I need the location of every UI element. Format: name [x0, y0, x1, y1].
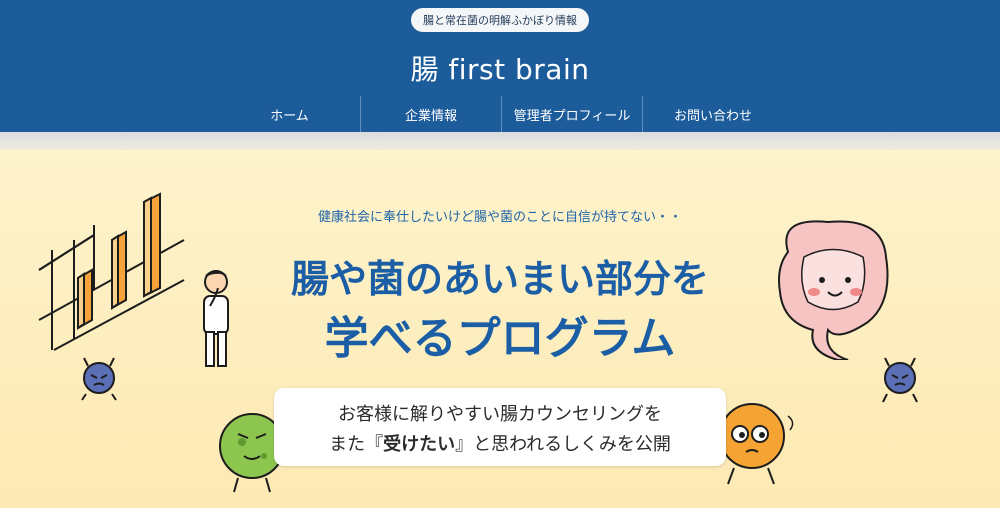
nav-item-company[interactable]: 企業情報	[360, 96, 501, 132]
hero-subtext-line2-post: 』と思われるしくみを公開	[455, 434, 671, 455]
site-header: 腸と常在菌の明解ふかぼり情報 腸 first brain ホーム 企業情報 管理…	[0, 0, 1000, 132]
hero-lead-text: 健康社会に奉仕したいけど腸や菌のことに自信が持てない・・	[317, 210, 682, 225]
main-nav: ホーム 企業情報 管理者プロフィール お問い合わせ	[219, 96, 783, 132]
hero-subtext-line2-pre: また『	[329, 434, 384, 455]
hero-subtext-line1: お客様に解りやすい腸カウンセリングを	[338, 404, 662, 425]
hero-headline-line1: 腸や菌のあいまい部分を	[290, 257, 709, 301]
site-title[interactable]: 腸 first brain	[0, 48, 1000, 88]
hero-subtext-line2-emphasis: 受けたい	[383, 434, 456, 455]
nav-item-home[interactable]: ホーム	[219, 96, 360, 132]
nav-item-profile[interactable]: 管理者プロフィール	[501, 96, 642, 132]
hero-subtext-box: お客様に解りやすい腸カウンセリングを また『受けたい』と思われるしくみを公開	[274, 388, 726, 466]
header-shadow	[0, 132, 1000, 150]
nav-item-contact[interactable]: お問い合わせ	[642, 96, 783, 132]
site-tagline: 腸と常在菌の明解ふかぼり情報	[411, 8, 589, 32]
hero-subtext-line2: また『受けたい』と思われるしくみを公開	[274, 430, 726, 456]
hero-headline-line2: 学べるプログラム	[324, 313, 676, 364]
